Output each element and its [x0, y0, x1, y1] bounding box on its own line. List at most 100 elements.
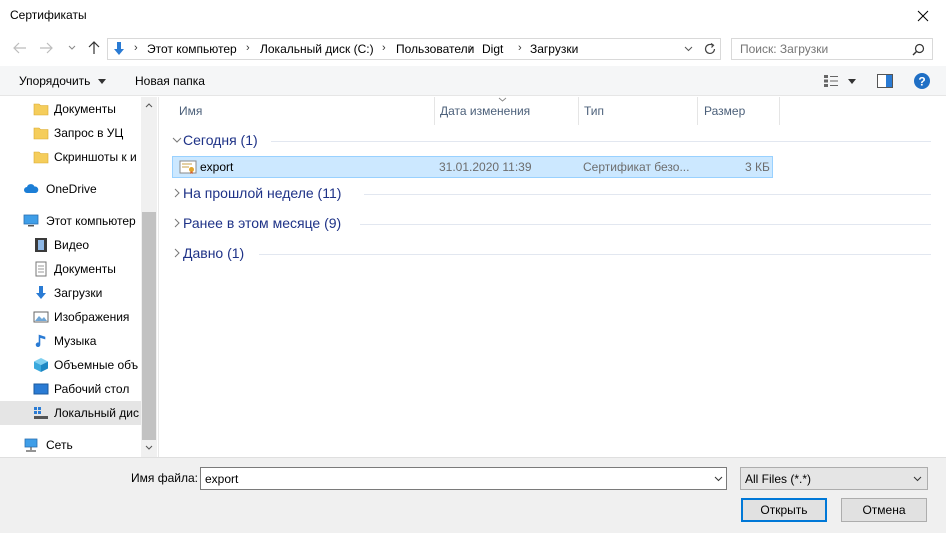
- column-header-type[interactable]: Тип: [584, 104, 604, 118]
- command-bar: Упорядочить Новая папка ?: [0, 66, 946, 96]
- music-icon: [35, 334, 46, 348]
- chevron-down-icon: [172, 137, 182, 143]
- sidebar-item-desktop[interactable]: Рабочий стол: [0, 377, 141, 401]
- new-folder-button[interactable]: Новая папка: [135, 74, 205, 88]
- group-header-long-ago[interactable]: Давно (1): [167, 243, 931, 265]
- breadcrumb-separator-icon: ›: [518, 42, 522, 54]
- chevron-down-icon: [97, 79, 106, 84]
- file-name: export: [200, 160, 234, 174]
- cloud-icon: [24, 184, 39, 193]
- breadcrumb-users[interactable]: Пользователи: [396, 42, 474, 56]
- search-input[interactable]: [740, 42, 910, 56]
- sidebar-item-label: Сеть: [46, 438, 73, 452]
- help-icon[interactable]: ?: [913, 72, 931, 90]
- file-row[interactable]: export 31.01.2020 11:39 Сертификат безо.…: [172, 156, 773, 178]
- sidebar-item-documents[interactable]: Документы: [0, 257, 141, 281]
- preview-pane-icon[interactable]: [877, 74, 893, 88]
- arrow-right-icon: [40, 42, 53, 54]
- computer-icon: [23, 214, 39, 227]
- dialog-footer: Имя файла: All Files (*.*) Открыть Отмен…: [0, 457, 946, 533]
- cancel-button[interactable]: Отмена: [841, 498, 927, 522]
- sidebar-item-local-disk[interactable]: Локальный дис: [0, 401, 141, 425]
- column-divider[interactable]: [434, 97, 435, 125]
- sort-indicator-icon: [498, 97, 507, 102]
- sidebar-item-screenshots[interactable]: Скриншоты к и: [0, 145, 141, 169]
- group-divider: [271, 141, 931, 142]
- sidebar-item-video[interactable]: Видео: [0, 233, 141, 257]
- column-header-name[interactable]: Имя: [179, 104, 202, 118]
- breadcrumb-this-pc[interactable]: Этот компьютер: [147, 42, 237, 56]
- column-header-date[interactable]: Дата изменения: [440, 104, 530, 118]
- close-button[interactable]: [900, 0, 946, 32]
- breadcrumb-separator-icon: ›: [382, 42, 386, 54]
- sidebar-item-label: Объемные объ: [54, 358, 139, 372]
- breadcrumb-local-disk[interactable]: Локальный диск (C:): [260, 42, 374, 56]
- search-box[interactable]: [731, 38, 933, 60]
- address-bar[interactable]: › Этот компьютер › Локальный диск (C:) ›…: [107, 38, 721, 60]
- sidebar-item-3d-objects[interactable]: Объемные объ: [0, 353, 141, 377]
- filename-combobox[interactable]: [200, 467, 727, 490]
- download-icon: [36, 286, 46, 299]
- sidebar-scrollbar-thumb[interactable]: [142, 212, 156, 440]
- drive-icon: [34, 407, 48, 419]
- desktop-icon: [33, 383, 49, 395]
- download-icon: [114, 42, 124, 55]
- column-divider[interactable]: [697, 97, 698, 125]
- chevron-up-icon[interactable]: [145, 103, 153, 108]
- sidebar-item-pictures[interactable]: Изображения: [0, 305, 141, 329]
- sidebar-item-label: Рабочий стол: [54, 382, 130, 396]
- sidebar-item-onedrive[interactable]: OneDrive: [0, 177, 141, 201]
- column-divider[interactable]: [578, 97, 579, 125]
- sidebar-item-downloads[interactable]: Загрузки: [0, 281, 141, 305]
- sidebar-item-label: Изображения: [54, 310, 130, 324]
- group-header-last-week[interactable]: На прошлой неделе (11): [167, 183, 931, 205]
- sidebar-item-label: Этот компьютер: [46, 214, 136, 228]
- column-divider[interactable]: [779, 97, 780, 125]
- up-button[interactable]: [84, 38, 104, 58]
- sidebar-item-label: Запрос в УЦ: [54, 126, 124, 140]
- filename-input[interactable]: [205, 472, 705, 486]
- chevron-down-icon[interactable]: [714, 476, 723, 482]
- recent-locations-button[interactable]: [62, 38, 82, 58]
- breadcrumb-separator-icon: ›: [134, 42, 138, 54]
- chevron-right-icon: [174, 218, 180, 228]
- forward-button[interactable]: [36, 38, 56, 58]
- sidebar-item-music[interactable]: Музыка: [0, 329, 141, 353]
- group-divider: [360, 224, 931, 225]
- chevron-right-icon: [174, 188, 180, 198]
- arrow-up-icon: [88, 41, 100, 54]
- navigation-pane: Документы Запрос в УЦ Скриншоты к и OneD…: [0, 97, 157, 457]
- sidebar-item-this-pc[interactable]: Этот компьютер: [0, 209, 141, 233]
- sidebar-item-network[interactable]: Сеть: [0, 433, 141, 457]
- sidebar-item-label: Музыка: [54, 334, 97, 348]
- group-divider: [259, 254, 931, 255]
- chevron-down-icon[interactable]: [684, 46, 693, 52]
- sidebar-item-documents-quick[interactable]: Документы: [0, 97, 141, 121]
- view-options-icon[interactable]: [823, 74, 839, 88]
- sidebar-item-label: Документы: [54, 102, 116, 116]
- breadcrumb-digt[interactable]: Digt: [482, 42, 503, 56]
- search-icon[interactable]: [912, 43, 925, 56]
- breadcrumb-downloads[interactable]: Загрузки: [530, 42, 578, 56]
- file-size: 3 КБ: [745, 160, 770, 174]
- chevron-down-icon[interactable]: [848, 79, 856, 84]
- close-icon: [917, 10, 929, 22]
- open-button[interactable]: Открыть: [741, 498, 827, 522]
- group-label: Давно (1): [183, 245, 245, 261]
- network-icon: [24, 438, 38, 452]
- chevron-right-icon: [174, 248, 180, 258]
- group-header-this-month[interactable]: Ранее в этом месяце (9): [167, 213, 931, 235]
- sidebar-item-label: Видео: [54, 238, 90, 252]
- group-label: На прошлой неделе (11): [183, 185, 342, 201]
- sidebar-item-request-ca[interactable]: Запрос в УЦ: [0, 121, 141, 145]
- file-type-filter-select[interactable]: All Files (*.*): [740, 467, 928, 490]
- column-header-size[interactable]: Размер: [704, 104, 745, 118]
- chevron-down-icon: [68, 45, 76, 50]
- chevron-down-icon[interactable]: [145, 445, 153, 450]
- organize-button[interactable]: Упорядочить: [19, 74, 106, 88]
- group-header-today[interactable]: Сегодня (1): [167, 130, 931, 152]
- refresh-icon[interactable]: [703, 42, 717, 56]
- back-button[interactable]: [10, 38, 30, 58]
- folder-icon: [33, 127, 49, 140]
- sidebar-item-label: OneDrive: [46, 182, 97, 196]
